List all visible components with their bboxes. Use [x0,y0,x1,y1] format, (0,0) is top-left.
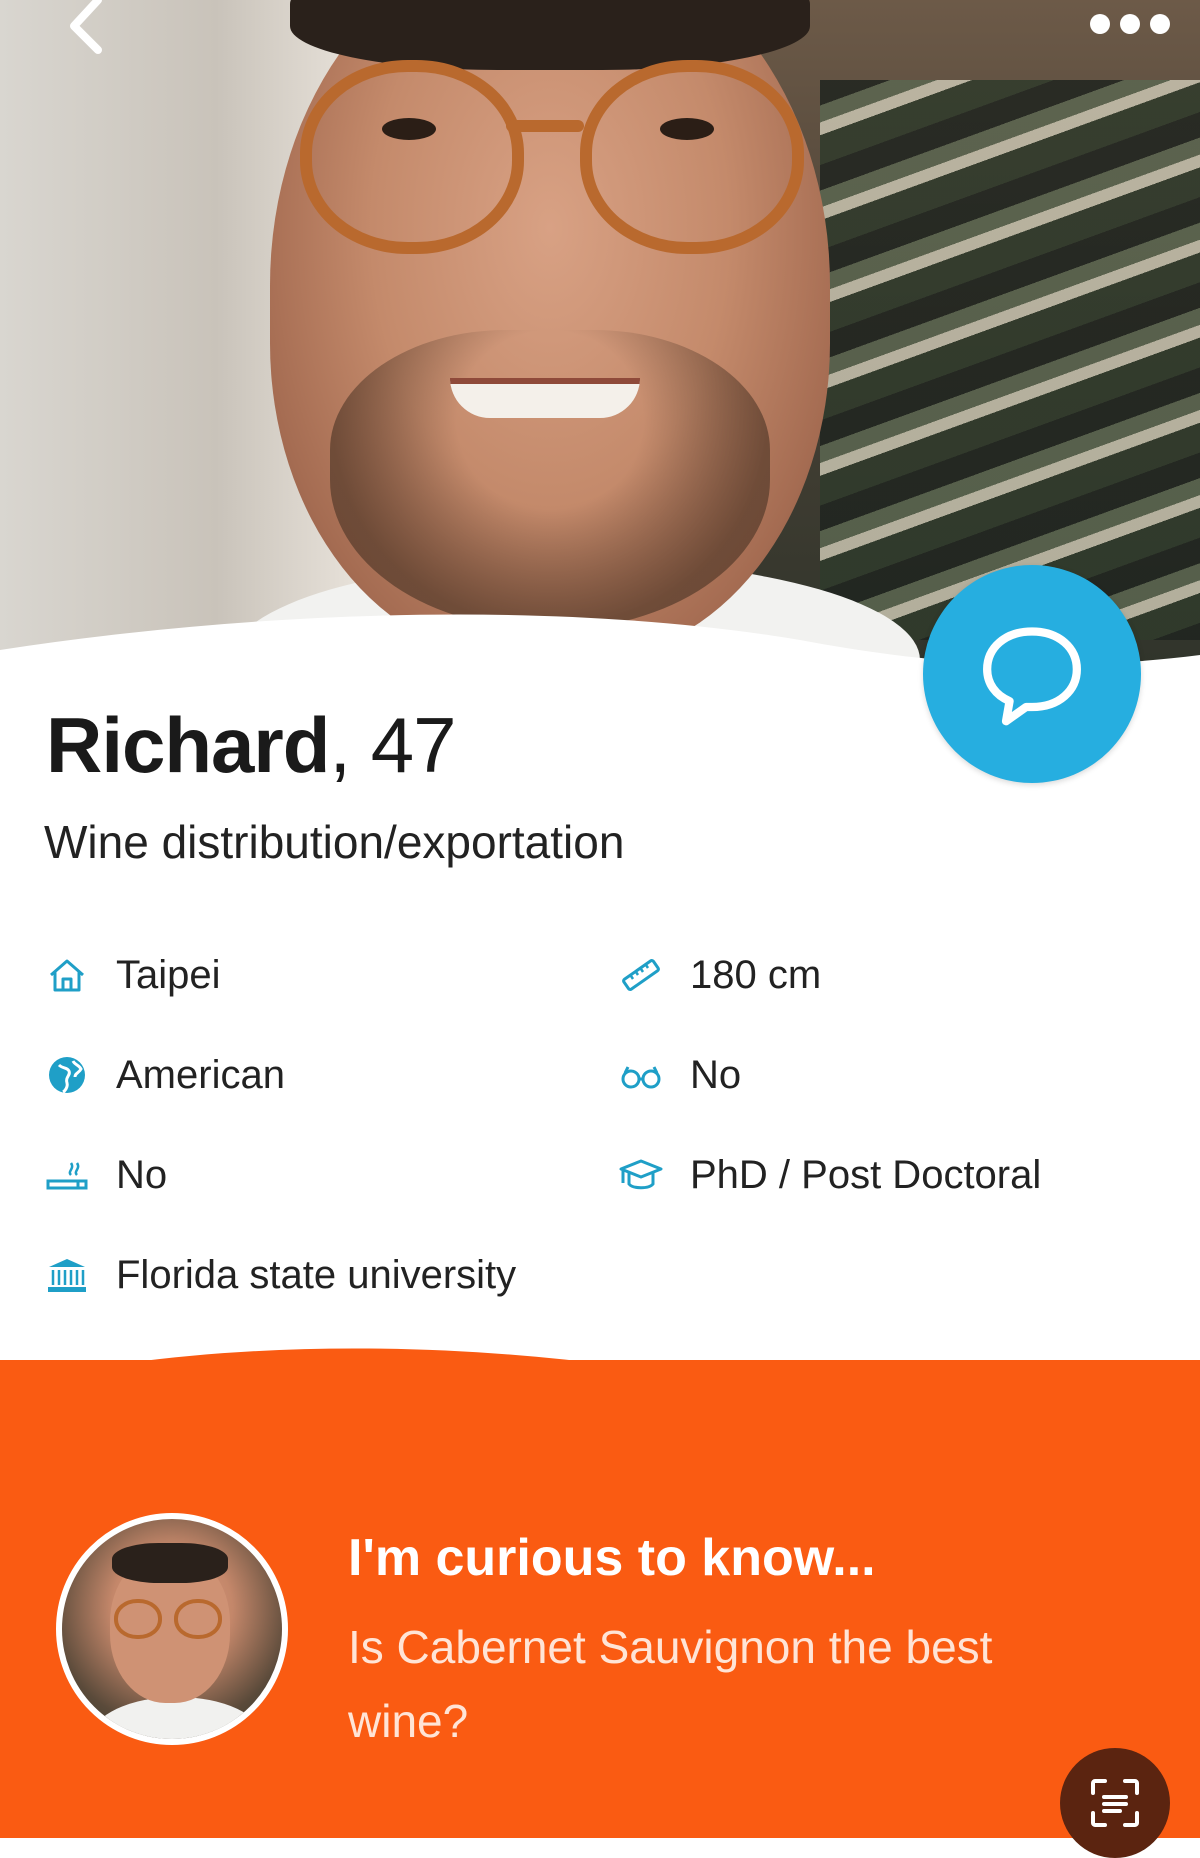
photo-smile [450,378,640,418]
dot-icon [1150,14,1170,34]
photo-glasses-left [300,60,524,254]
back-button[interactable] [56,0,116,60]
university-icon [44,1252,90,1298]
chat-bubble-icon [983,627,1081,726]
smoking-icon [44,1152,90,1198]
photo-wine-shelf [820,80,1200,640]
scan-text-icon [1091,1779,1139,1827]
profile-occupation: Wine distribution/exportation [44,816,625,868]
fact-nationality: American [44,1045,285,1105]
avatar[interactable] [56,1513,288,1745]
fact-nationality-label: American [116,1052,285,1097]
globe-icon [44,1052,90,1098]
profile-age: , 47 [329,701,456,789]
fact-height: 180 cm [618,945,821,1005]
photo-glasses-right [580,60,804,254]
avatar-shirt [92,1697,262,1739]
chevron-left-icon [70,0,102,54]
fact-glasses-label: No [690,1052,742,1097]
scan-button[interactable] [1060,1748,1170,1858]
ruler-icon [618,952,664,998]
fact-smoking: No [44,1145,167,1205]
more-options-button[interactable] [1080,6,1180,42]
photo-beard [330,330,770,630]
fact-smoking-label: No [116,1152,168,1197]
fact-height-label: 180 cm [690,952,822,997]
fact-education-label: PhD / Post Doctoral [690,1152,1042,1197]
avatar-glasses-right [174,1599,222,1639]
fact-university: Florida state university [44,1245,516,1305]
home-icon [44,952,90,998]
profile-name-age: Richard, 47 [46,700,457,790]
profile-name: Richard [46,701,330,789]
question-title: I'm curious to know... [348,1529,876,1587]
question-text: Is Cabernet Sauvignon the best wine? [348,1621,993,1747]
avatar-hair [112,1543,228,1583]
glasses-icon [618,1052,664,1098]
fact-glasses: No [618,1045,741,1105]
fact-location-label: Taipei [116,952,221,997]
photo-glasses-bridge [506,120,584,132]
avatar-glasses-left [114,1599,162,1639]
fact-university-label: Florida state university [116,1252,517,1297]
fact-education: PhD / Post Doctoral [618,1145,1041,1205]
dot-icon [1090,14,1110,34]
dot-icon [1120,14,1140,34]
chat-button[interactable] [923,565,1141,783]
photo-hair [290,0,810,70]
fact-location: Taipei [44,945,221,1005]
graduation-cap-icon [618,1152,664,1198]
